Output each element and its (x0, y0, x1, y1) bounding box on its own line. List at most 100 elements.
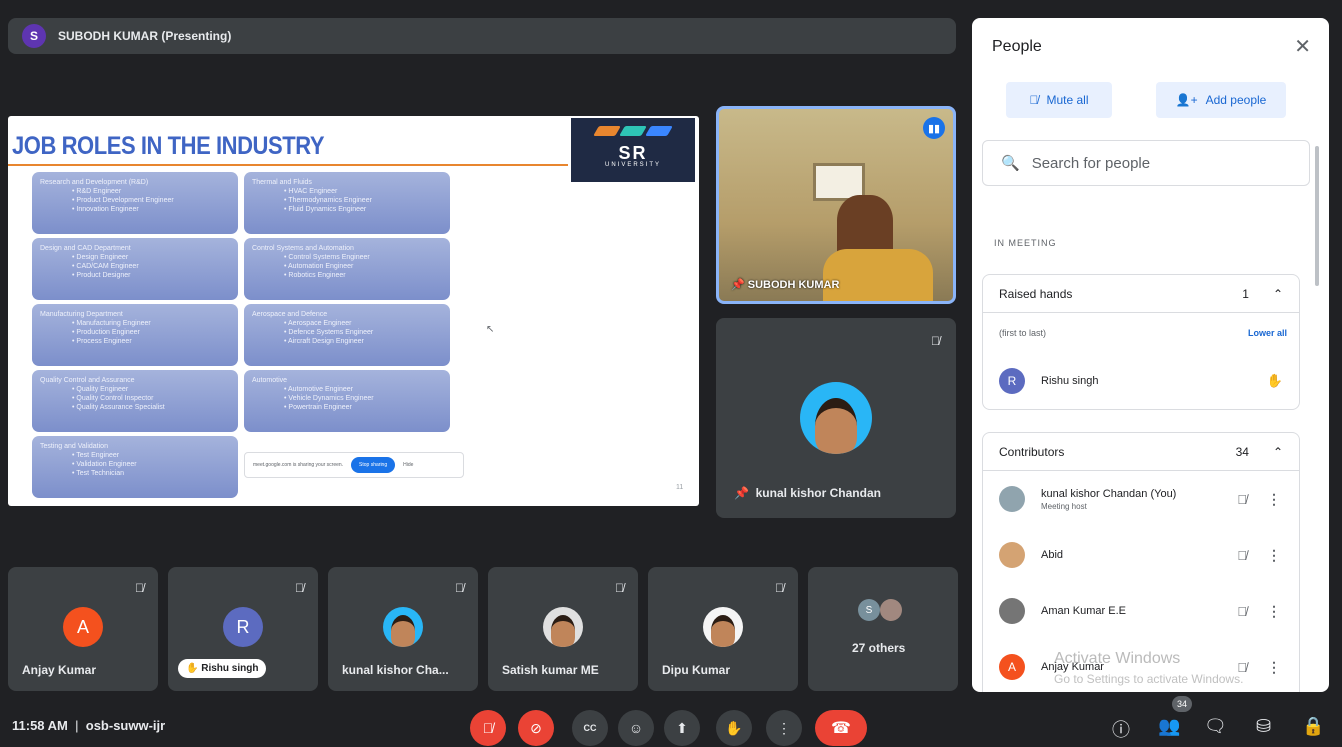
participant-tile[interactable]: 🎙̸ Satish kumar ME (488, 567, 638, 691)
more-vert-icon[interactable]: ⋮ (1267, 491, 1281, 508)
add-people-button[interactable]: 👤+ Add people (1156, 82, 1286, 118)
mic-off-icon[interactable]: 🎙̸ (1237, 604, 1247, 619)
job-role-card: AutomotiveAutomotive EngineerVehicle Dyn… (244, 370, 450, 432)
hide-button[interactable]: Hide (403, 462, 413, 468)
present-button[interactable]: ⬆ (664, 710, 700, 746)
participant-tile[interactable]: 🎙̸ kunal kishor Cha... (328, 567, 478, 691)
host-controls-icon[interactable]: 🔒 (1302, 716, 1324, 737)
card-item: Quality Control Inspector (72, 394, 230, 403)
card-item: Defence Systems Engineer (284, 328, 442, 337)
card-item: Thermodynamics Engineer (284, 196, 442, 205)
stop-sharing-button[interactable]: Stop sharing (351, 457, 396, 473)
list-item[interactable]: R Rishu singh ✋ (983, 353, 1299, 409)
list-item[interactable]: kunal kishor Chandan (You) Meeting host 🎙̸… (983, 471, 1299, 527)
slide-page-number: 11 (676, 484, 684, 491)
avatar (543, 607, 583, 647)
chevron-up-icon: ⌃ (1272, 444, 1283, 459)
job-role-card: Manufacturing DepartmentManufacturing En… (32, 304, 238, 366)
participant-name: Anjay Kumar (22, 663, 97, 677)
card-item: Test Engineer (72, 451, 230, 460)
people-icon[interactable]: 👥 (1158, 716, 1180, 737)
card-item: Automation Engineer (284, 262, 442, 271)
list-item[interactable]: Abid 🎙̸ ⋮ (983, 527, 1299, 583)
mic-off-icon[interactable]: 🎙̸ (1237, 548, 1247, 563)
card-item: CAD/CAM Engineer (72, 262, 230, 271)
mic-off-button[interactable]: 🎙̸ (470, 710, 506, 746)
more-vert-icon[interactable]: ⋮ (1267, 547, 1281, 564)
control-bar: 11:58 AM | osb-suww-ijr 🎙̸ ⊘ CC ☺ ⬆ ✋ ⋮ … (0, 696, 1342, 747)
presenter-avatar: S (22, 24, 46, 48)
video-tile-subodh[interactable]: ▮▮ 📌 SUBODH KUMAR (716, 106, 956, 304)
more-vert-icon[interactable]: ⋮ (1267, 603, 1281, 620)
job-role-card: Research and Development (R&D)R&D Engine… (32, 172, 238, 234)
meeting-details[interactable]: 11:58 AM | osb-suww-ijr (12, 718, 165, 733)
participant-tile[interactable]: 🎙̸ A Anjay Kumar (8, 567, 158, 691)
reactions-button[interactable]: ☺ (618, 710, 654, 746)
add-person-icon: 👤+ (1175, 93, 1198, 107)
pin-name-label: 📌 SUBODH KUMAR (731, 279, 840, 291)
card-item: R&D Engineer (72, 187, 230, 196)
emoji-icon: ☺ (628, 720, 644, 736)
avatar (999, 598, 1025, 624)
chat-icon[interactable]: 🗨 (1204, 716, 1227, 737)
panel-title: People (992, 38, 1042, 55)
activate-windows-subtext: Go to Settings to activate Windows. (1054, 672, 1244, 686)
hand-icon: ✋ (725, 719, 743, 736)
more-vert-icon: ⋮ (777, 719, 791, 736)
card-item: Quality Engineer (72, 385, 230, 394)
search-icon: 🔍 (1001, 155, 1020, 172)
card-item: Validation Engineer (72, 460, 230, 469)
speaking-indicator-icon: ▮▮ (923, 117, 945, 139)
leave-call-button[interactable]: ☎ (815, 710, 867, 746)
shared-screen[interactable]: JOB ROLES IN THE INDUSTRY SR UNIVERSITY … (8, 116, 699, 506)
raise-hand-button[interactable]: ✋ (716, 710, 752, 746)
job-role-card: Design and CAD DepartmentDesign Engineer… (32, 238, 238, 300)
activities-icon[interactable]: ⛁ (1256, 716, 1271, 737)
card-heading: Design and CAD Department (40, 245, 131, 252)
avatar (880, 599, 902, 621)
presenter-bar: S SUBODH KUMAR (Presenting) (8, 18, 956, 54)
more-options-button[interactable]: ⋮ (766, 710, 802, 746)
list-item[interactable]: Aman Kumar E.E 🎙̸ ⋮ (983, 583, 1299, 639)
hand-icon: ✋ (186, 663, 199, 674)
card-item: Product Designer (72, 271, 230, 280)
mute-all-button[interactable]: 🎙̸ Mute all (1006, 82, 1112, 118)
more-vert-icon[interactable]: ⋮ (1267, 659, 1281, 676)
search-input[interactable]: 🔍 Search for people (982, 140, 1310, 186)
contributors-header[interactable]: Contributors 34 ⌃ (983, 433, 1299, 471)
participant-name: Satish kumar ME (502, 663, 599, 677)
info-icon[interactable]: ⓘ (1112, 716, 1130, 742)
video-tile-kunal[interactable]: 🎙̸ 📌 kunal kishor Chandan (716, 318, 956, 518)
card-item: Fluid Dynamics Engineer (284, 205, 442, 214)
mic-off-icon: 🎙̸ (295, 581, 304, 595)
card-item: Vehicle Dynamics Engineer (284, 394, 442, 403)
participant-tile[interactable]: 🎙̸ R ✋ Rishu singh (168, 567, 318, 691)
scrollbar[interactable] (1315, 146, 1319, 286)
job-role-card: Control Systems and AutomationControl Sy… (244, 238, 450, 300)
card-heading: Aerospace and Defence (252, 311, 328, 318)
cursor-icon: ↖ (486, 324, 495, 335)
mic-off-icon[interactable]: 🎙̸ (1237, 492, 1247, 507)
raised-hands-header[interactable]: Raised hands 1 ⌃ (983, 275, 1299, 313)
close-icon[interactable]: ✕ (1294, 34, 1311, 59)
participant-role: Meeting host (1041, 501, 1087, 511)
participant-tile[interactable]: 🎙̸ Dipu Kumar (648, 567, 798, 691)
card-item: Aerospace Engineer (284, 319, 442, 328)
card-item: Quality Assurance Specialist (72, 403, 230, 412)
others-tile[interactable]: S 27 others (808, 567, 958, 691)
avatar: A (999, 654, 1025, 680)
lower-all-button[interactable]: Lower all (1248, 328, 1287, 338)
mic-off-icon: 🎙̸ (455, 581, 464, 595)
captions-button[interactable]: CC (572, 710, 608, 746)
card-item: Production Engineer (72, 328, 230, 337)
screen-share-notice: meet.google.com is sharing your screen. … (244, 452, 464, 478)
slide-title-underline (8, 164, 568, 166)
avatar: R (999, 368, 1025, 394)
avatar (999, 542, 1025, 568)
card-heading: Research and Development (R&D) (40, 179, 149, 186)
hand-icon[interactable]: ✋ (1267, 373, 1283, 389)
avatar: R (223, 607, 263, 647)
card-item: Control Systems Engineer (284, 253, 442, 262)
participant-name: kunal kishor Cha... (342, 663, 449, 677)
camera-off-button[interactable]: ⊘ (518, 710, 554, 746)
